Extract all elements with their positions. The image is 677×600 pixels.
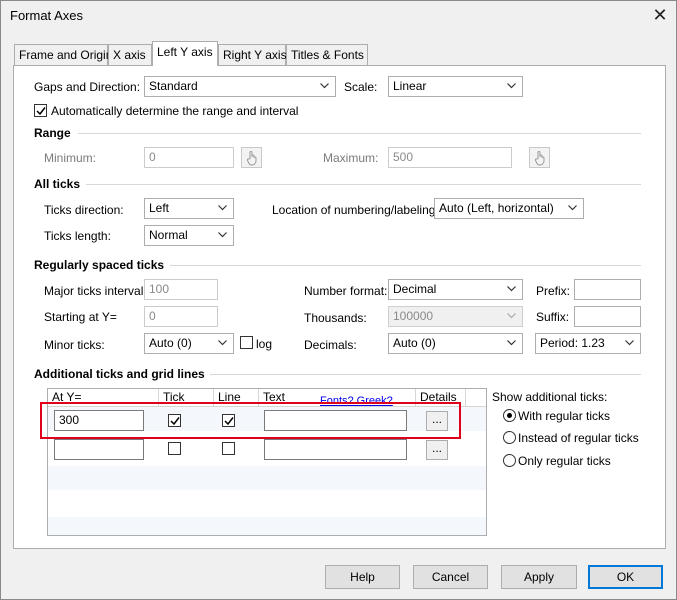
text-field[interactable] xyxy=(264,439,407,460)
thousands-label: Thousands: xyxy=(304,311,367,325)
decimals-value: Auto (0) xyxy=(393,336,436,350)
minimum-label: Minimum: xyxy=(44,151,97,165)
ticks-length-label: Ticks length: xyxy=(44,229,111,243)
radio-instead-of-regular-ticks[interactable] xyxy=(503,431,516,444)
tab-titles-fonts[interactable]: Titles & Fonts xyxy=(286,44,368,65)
all-ticks-heading: All ticks xyxy=(34,177,81,191)
number-format-select[interactable]: Decimal xyxy=(388,279,523,300)
range-heading: Range xyxy=(34,126,71,140)
close-icon[interactable]: ✕ xyxy=(649,4,671,26)
minimum-field[interactable]: 0 xyxy=(144,147,234,168)
period-select[interactable]: Period: 1.23 xyxy=(535,333,641,354)
chevron-down-icon xyxy=(506,307,518,326)
at-y-field[interactable] xyxy=(54,439,144,460)
log-label[interactable]: log xyxy=(256,337,272,351)
prefix-field[interactable] xyxy=(574,279,641,300)
radio-selected-dot xyxy=(507,413,512,418)
tab-left-y-axis[interactable]: Left Y axis xyxy=(152,41,218,66)
minor-ticks-select[interactable]: Auto (0) xyxy=(144,333,234,354)
label-location-label: Location of numbering/labeling: xyxy=(272,203,439,217)
suffix-label: Suffix: xyxy=(536,310,570,324)
decimals-select[interactable]: Auto (0) xyxy=(388,333,523,354)
minor-ticks-value: Auto (0) xyxy=(149,336,192,350)
checkmark-icon xyxy=(36,107,46,116)
tab-frame-and-origin[interactable]: Frame and Origin xyxy=(14,44,112,65)
chevron-down-icon xyxy=(506,334,518,353)
starting-at-field[interactable]: 0 xyxy=(144,306,218,327)
radio-label-instead-of-regular-ticks[interactable]: Instead of regular ticks xyxy=(518,431,639,445)
minor-ticks-label: Minor ticks: xyxy=(44,338,105,352)
auto-range-label[interactable]: Automatically determine the range and in… xyxy=(51,104,298,118)
chevron-down-icon xyxy=(506,77,518,96)
scale-label: Scale: xyxy=(344,80,378,94)
table-row xyxy=(48,493,486,517)
details-button[interactable]: ... xyxy=(426,440,448,460)
thousands-select[interactable]: 100000 xyxy=(388,306,523,327)
ticks-length-select[interactable]: Normal xyxy=(144,225,234,246)
table-row: ... xyxy=(48,437,486,461)
minimum-picker-button[interactable] xyxy=(241,147,262,168)
auto-range-checkbox[interactable] xyxy=(34,104,47,117)
ticks-direction-label: Ticks direction: xyxy=(44,203,124,217)
tab-right-y-axis[interactable]: Right Y axis xyxy=(218,44,287,65)
cancel-button[interactable]: Cancel xyxy=(413,565,488,589)
table-row xyxy=(48,466,486,490)
chevron-down-icon xyxy=(217,226,229,245)
maximum-label: Maximum: xyxy=(323,151,379,165)
tick-checkbox[interactable] xyxy=(168,442,181,455)
period-value: Period: 1.23 xyxy=(540,336,605,350)
table-row xyxy=(48,517,486,535)
line-checkbox[interactable] xyxy=(222,442,235,455)
chevron-down-icon xyxy=(319,77,331,96)
major-interval-field[interactable]: 100 xyxy=(144,279,218,300)
scale-select[interactable]: Linear xyxy=(388,76,523,97)
column-header-spacer xyxy=(466,389,486,407)
chevron-down-icon xyxy=(506,280,518,299)
decimals-label: Decimals: xyxy=(304,338,357,352)
ticks-length-value: Normal xyxy=(149,228,188,242)
show-additional-ticks-label: Show additional ticks: xyxy=(492,390,608,404)
chevron-down-icon xyxy=(567,199,579,218)
ticks-direction-value: Left xyxy=(149,201,170,215)
maximum-picker-button[interactable] xyxy=(529,147,550,168)
window-title: Format Axes xyxy=(10,8,83,23)
suffix-field[interactable] xyxy=(574,306,641,327)
prefix-label: Prefix: xyxy=(536,284,571,298)
radio-with-regular-ticks[interactable] xyxy=(503,409,516,422)
additional-ticks-heading: Additional ticks and grid lines xyxy=(34,367,205,381)
range-divider xyxy=(78,133,641,134)
scale-value: Linear xyxy=(393,79,427,93)
hand-pointer-icon xyxy=(247,151,257,166)
gaps-direction-value: Standard xyxy=(149,79,198,93)
apply-button[interactable]: Apply xyxy=(501,565,577,589)
help-button[interactable]: Help xyxy=(325,565,400,589)
chevron-down-icon xyxy=(217,334,229,353)
maximum-field[interactable]: 500 xyxy=(388,147,512,168)
tab-x-axis[interactable]: X axis xyxy=(108,44,152,65)
radio-only-regular-ticks[interactable] xyxy=(503,454,516,467)
all-ticks-divider xyxy=(86,184,641,185)
gaps-direction-select[interactable]: Standard xyxy=(144,76,336,97)
number-format-value: Decimal xyxy=(393,282,437,296)
gaps-direction-label: Gaps and Direction: xyxy=(34,80,141,94)
regular-ticks-heading: Regularly spaced ticks xyxy=(34,258,165,272)
log-checkbox[interactable] xyxy=(240,336,253,349)
annotation-highlight-box xyxy=(40,402,461,439)
thousands-value: 100000 xyxy=(393,309,434,323)
major-interval-label: Major ticks interval: xyxy=(44,284,147,298)
ok-button[interactable]: OK xyxy=(588,565,663,589)
chevron-down-icon xyxy=(217,199,229,218)
radio-label-with-regular-ticks[interactable]: With regular ticks xyxy=(518,409,610,423)
number-format-label: Number format: xyxy=(304,284,388,298)
radio-label-only-regular-ticks[interactable]: Only regular ticks xyxy=(518,454,611,468)
label-location-value: Auto (Left, horizontal) xyxy=(439,201,554,215)
starting-at-label: Starting at Y= xyxy=(44,310,117,324)
ticks-direction-select[interactable]: Left xyxy=(144,198,234,219)
regular-ticks-divider xyxy=(170,265,641,266)
chevron-down-icon xyxy=(624,334,636,353)
additional-ticks-divider xyxy=(210,374,641,375)
label-location-select[interactable]: Auto (Left, horizontal) xyxy=(434,198,584,219)
hand-pointer-icon xyxy=(535,151,545,166)
